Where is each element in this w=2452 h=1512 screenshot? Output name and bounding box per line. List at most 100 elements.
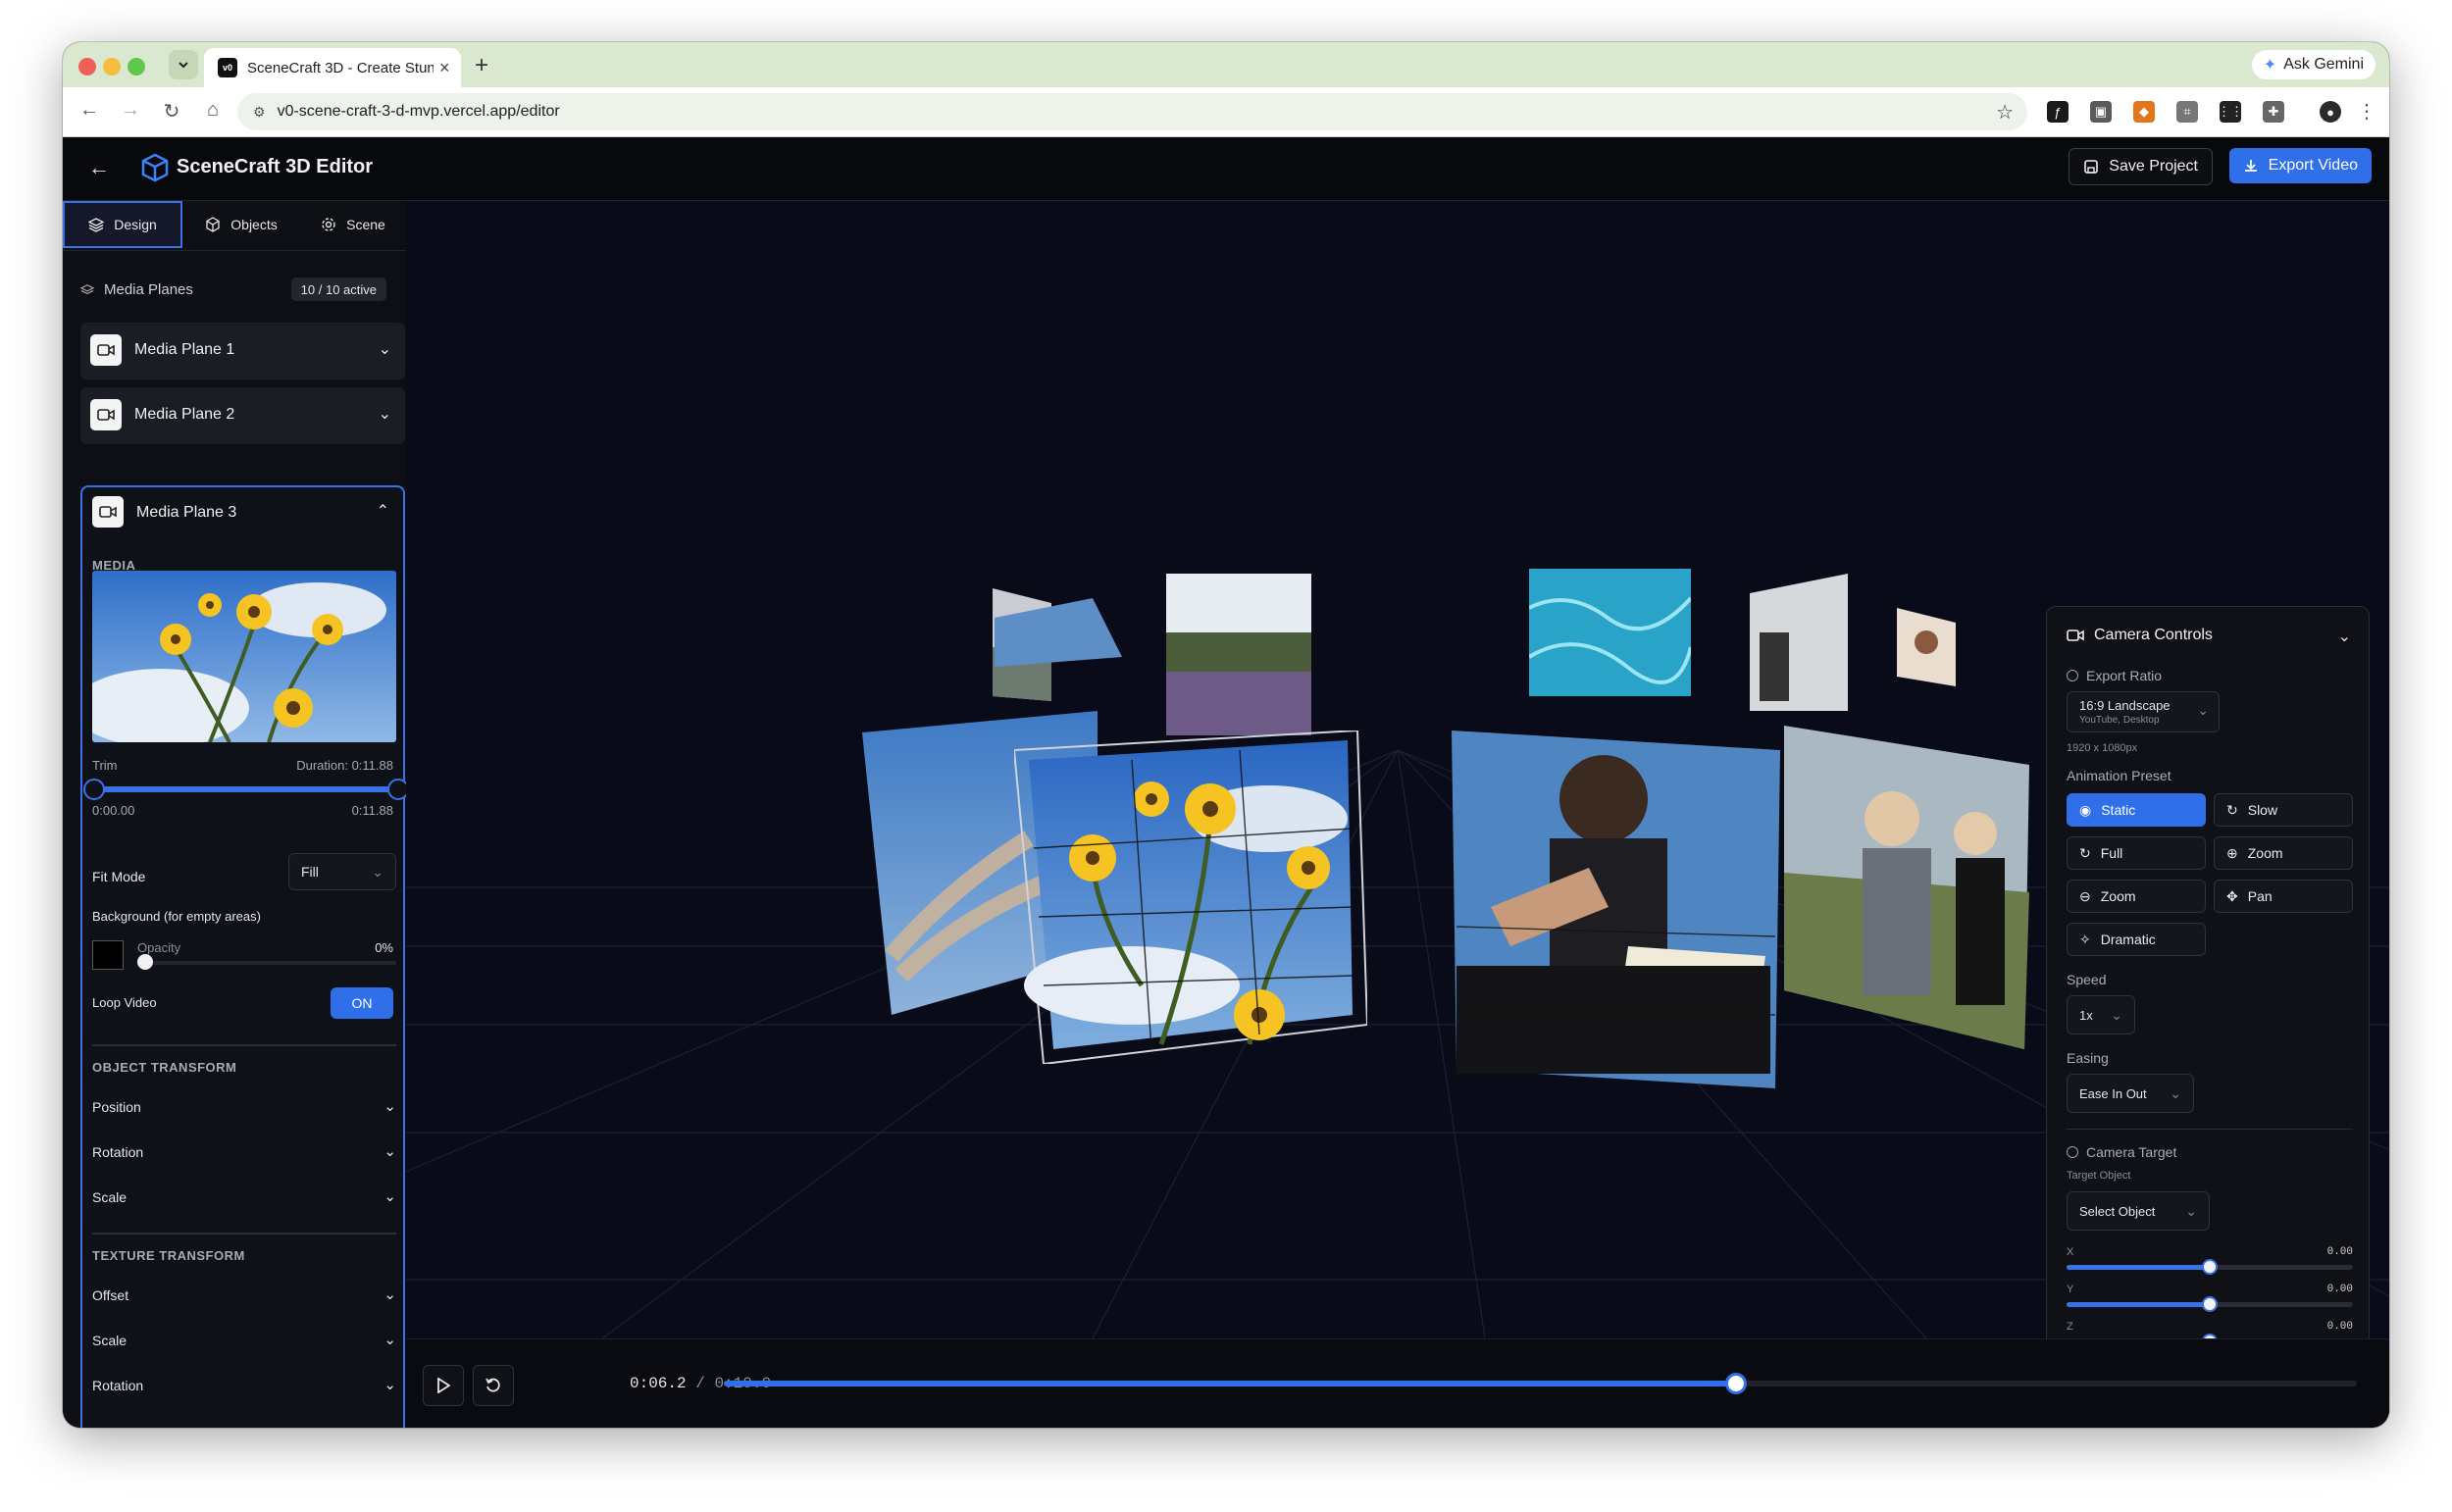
media-plane-3-label[interactable]: Media Plane 3 bbox=[136, 504, 236, 522]
opacity-slider[interactable] bbox=[137, 954, 396, 970]
chevron-down-icon[interactable]: ⌄ bbox=[2338, 627, 2351, 646]
browser-tab[interactable]: v0 SceneCraft 3D - Create Stunning × bbox=[204, 48, 461, 87]
fit-mode-select[interactable]: Fill ⌄ bbox=[288, 853, 396, 890]
media-plane-1[interactable]: Media Plane 1 ⌄ bbox=[80, 323, 405, 379]
preset-label: Static bbox=[2101, 802, 2136, 818]
media-thumbnail[interactable] bbox=[92, 571, 396, 742]
tab-design[interactable]: Design bbox=[63, 201, 182, 248]
metamask-icon[interactable]: ◆ bbox=[2133, 101, 2155, 123]
loop-video-label: Loop Video bbox=[92, 995, 157, 1010]
background-color-swatch[interactable] bbox=[92, 940, 124, 970]
tab-close-icon[interactable]: × bbox=[439, 58, 450, 78]
speed-select[interactable]: 1x ⌄ bbox=[2067, 995, 2135, 1034]
camera-controls-header[interactable]: Camera Controls bbox=[2067, 627, 2213, 644]
save-project-button[interactable]: Save Project bbox=[2069, 148, 2213, 185]
slider-handle[interactable] bbox=[2202, 1296, 2218, 1312]
media-plane-image[interactable] bbox=[995, 598, 1122, 667]
tab-objects[interactable]: Objects bbox=[182, 201, 300, 248]
preset-dramatic-button[interactable]: ✧ Dramatic bbox=[2067, 923, 2206, 956]
chevron-down-icon: ⌄ bbox=[372, 863, 383, 880]
preset-static-button[interactable]: ◉ Static bbox=[2067, 793, 2206, 827]
home-icon[interactable]: ⌂ bbox=[200, 99, 226, 122]
preset-pan-button[interactable]: ✥ Pan bbox=[2214, 880, 2353, 913]
playhead-handle[interactable] bbox=[1725, 1373, 1748, 1394]
extensions-puzzle-icon[interactable]: ✚ bbox=[2263, 101, 2284, 123]
reload-icon[interactable]: ↻ bbox=[159, 99, 184, 124]
media-plane-image[interactable] bbox=[1897, 608, 1956, 686]
trim-end-handle[interactable] bbox=[387, 779, 406, 800]
export-ratio-select[interactable]: 16:9 Landscape YouTube, Desktop ⌄ bbox=[2067, 691, 2220, 732]
extension-1-icon[interactable]: ƒ bbox=[2047, 101, 2069, 123]
time-separator: / bbox=[695, 1375, 705, 1392]
timeline-scrubber[interactable] bbox=[724, 1373, 2357, 1394]
browser-menu-icon[interactable]: ⋮ bbox=[2354, 99, 2379, 124]
chevron-down-icon: ⌄ bbox=[383, 1286, 396, 1303]
minimize-window-button[interactable] bbox=[103, 58, 121, 76]
divider bbox=[92, 1044, 396, 1046]
reset-button[interactable] bbox=[473, 1365, 514, 1406]
video-icon bbox=[90, 334, 122, 366]
axis-value: 0.00 bbox=[2326, 1246, 2353, 1258]
tab-search-button[interactable] bbox=[169, 50, 198, 79]
trim-slider[interactable] bbox=[83, 779, 406, 800]
target-icon bbox=[2067, 1146, 2078, 1158]
camera-target-header: Camera Target bbox=[2067, 1144, 2176, 1160]
position-accordion[interactable]: Position ⌄ bbox=[92, 1097, 396, 1121]
chevron-down-icon bbox=[179, 62, 188, 69]
new-tab-button[interactable]: + bbox=[475, 52, 488, 79]
tab-scene[interactable]: Scene bbox=[300, 201, 406, 248]
save-project-label: Save Project bbox=[2109, 158, 2198, 175]
easing-select[interactable]: Ease In Out ⌄ bbox=[2067, 1074, 2194, 1113]
maximize-window-button[interactable] bbox=[128, 58, 145, 76]
address-bar[interactable]: ⚙ v0-scene-craft-3-d-mvp.vercel.app/edit… bbox=[237, 93, 2027, 130]
preset-zoom-out-button[interactable]: ⊖ Zoom bbox=[2067, 880, 2206, 913]
address-bar-row: ← → ↻ ⌂ ⚙ v0-scene-craft-3-d-mvp.vercel.… bbox=[63, 87, 2389, 137]
chevron-down-icon: ⌄ bbox=[2197, 702, 2209, 718]
rotation-accordion[interactable]: Rotation ⌄ bbox=[92, 1142, 396, 1166]
close-window-button[interactable] bbox=[78, 58, 96, 76]
app-header: ← SceneCraft 3D Editor Save Project Expo… bbox=[63, 137, 2389, 201]
extension-2-icon[interactable]: ▣ bbox=[2090, 101, 2112, 123]
texture-rotation-accordion[interactable]: Rotation ⌄ bbox=[92, 1376, 396, 1399]
tab-scene-label: Scene bbox=[346, 217, 385, 232]
ask-gemini-button[interactable]: ✦ Ask Gemini bbox=[2251, 50, 2375, 79]
target-object-label: Target Object bbox=[2067, 1170, 2131, 1182]
opacity-handle[interactable] bbox=[137, 954, 153, 970]
export-video-button[interactable]: Export Video bbox=[2228, 148, 2372, 183]
app-title: SceneCraft 3D Editor bbox=[177, 156, 374, 177]
selected-media-plane[interactable] bbox=[1014, 731, 1367, 1064]
apps-grid-icon[interactable]: ⋮⋮ bbox=[2218, 101, 2243, 123]
preset-zoom-in-button[interactable]: ⊕ Zoom bbox=[2214, 836, 2353, 870]
speed-value: 1x bbox=[2079, 1007, 2093, 1023]
media-plane-image[interactable] bbox=[1166, 574, 1311, 735]
forward-arrow-icon[interactable]: → bbox=[118, 99, 143, 122]
site-settings-icon[interactable]: ⚙ bbox=[253, 104, 266, 121]
sparkles-icon: ✧ bbox=[2079, 931, 2091, 947]
media-plane-image[interactable] bbox=[1784, 726, 2029, 1049]
play-button[interactable] bbox=[423, 1365, 464, 1406]
trim-start-handle[interactable] bbox=[83, 779, 105, 800]
media-plane-image[interactable] bbox=[1529, 569, 1691, 696]
loop-toggle-button[interactable]: ON bbox=[331, 987, 393, 1019]
bookmark-star-icon[interactable]: ☆ bbox=[1996, 100, 2014, 125]
preset-slow-button[interactable]: ↻ Slow bbox=[2214, 793, 2353, 827]
chevron-down-icon[interactable]: ⌄ bbox=[379, 404, 391, 424]
media-plane-image[interactable] bbox=[1452, 731, 1780, 1088]
offset-accordion[interactable]: Offset ⌄ bbox=[92, 1285, 396, 1309]
slider-handle[interactable] bbox=[2202, 1259, 2218, 1275]
extension-4-icon[interactable]: ⌗ bbox=[2176, 101, 2198, 123]
back-arrow-icon[interactable]: ← bbox=[77, 99, 102, 122]
scale-accordion[interactable]: Scale ⌄ bbox=[92, 1187, 396, 1211]
export-ratio-label: Export Ratio bbox=[2086, 668, 2163, 683]
chevron-down-icon[interactable]: ⌄ bbox=[379, 339, 391, 359]
timeline-bar: 0:06.2 / 0:10.0 bbox=[406, 1338, 2389, 1428]
back-arrow-icon[interactable]: ← bbox=[88, 155, 110, 180]
texture-scale-accordion[interactable]: Scale ⌄ bbox=[92, 1331, 396, 1354]
preset-full-button[interactable]: ↻ Full bbox=[2067, 836, 2206, 870]
media-plane-image[interactable] bbox=[1750, 574, 1848, 711]
profile-avatar[interactable]: ● bbox=[2320, 101, 2341, 123]
cube-icon bbox=[206, 217, 220, 232]
target-object-select[interactable]: Select Object ⌄ bbox=[2067, 1191, 2210, 1231]
media-plane-2[interactable]: Media Plane 2 ⌄ bbox=[80, 387, 405, 444]
chevron-up-icon[interactable]: ⌃ bbox=[377, 501, 389, 521]
